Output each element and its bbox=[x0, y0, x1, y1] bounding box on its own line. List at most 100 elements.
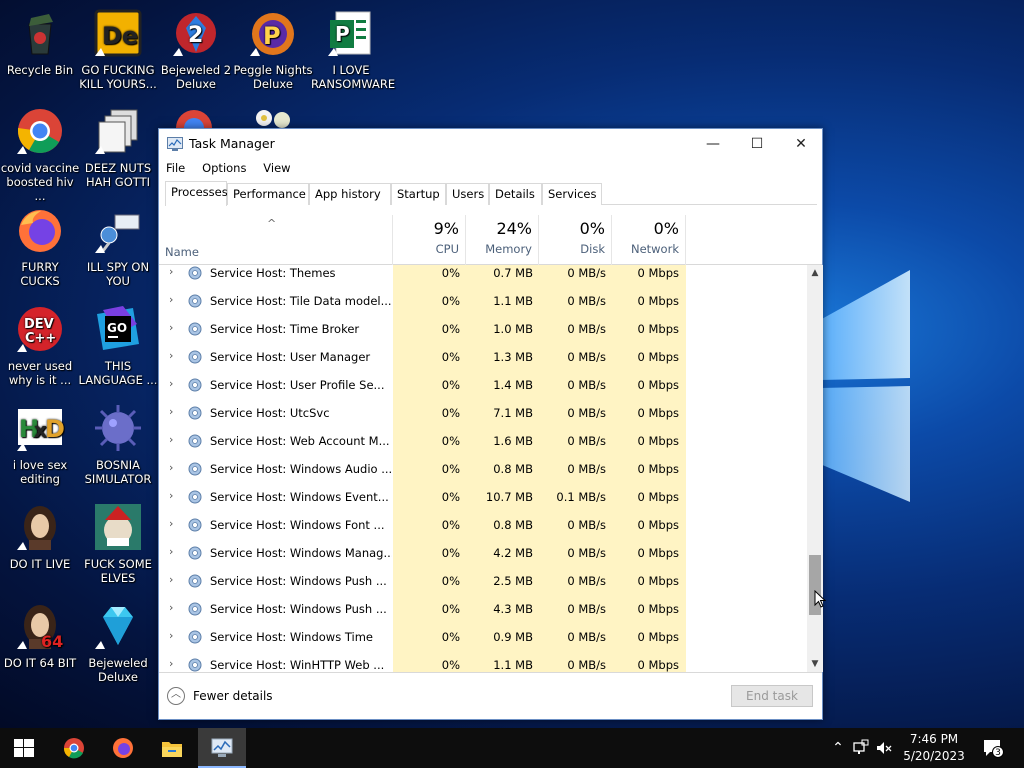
expand-chevron-icon[interactable]: › bbox=[169, 573, 173, 586]
column-memory[interactable]: 24% Memory bbox=[466, 215, 539, 265]
desktop-icon-hxd[interactable]: H x D i love sex editing bbox=[0, 403, 80, 486]
expand-chevron-icon[interactable]: › bbox=[169, 489, 173, 502]
service-gear-icon bbox=[187, 461, 203, 477]
menu-view[interactable]: View bbox=[256, 159, 290, 177]
column-network[interactable]: 0% Network bbox=[612, 215, 686, 265]
partial-flower-icon bbox=[256, 110, 290, 128]
table-row[interactable]: › Service Host: Time Broker 0% 1.0 MB 0 MB/s… bbox=[159, 315, 807, 343]
tab-processes[interactable]: Processes bbox=[165, 181, 228, 206]
menu-file[interactable]: File bbox=[159, 159, 185, 177]
tab-startup[interactable]: Startup bbox=[391, 183, 446, 205]
desktop-icon-virus-ball[interactable]: BOSNIA SIMULATOR bbox=[78, 403, 158, 486]
table-row[interactable]: › Service Host: Windows Push ... 0% 2.5 MB 0… bbox=[159, 567, 807, 595]
taskbar-file-explorer[interactable] bbox=[148, 728, 196, 768]
desktop-icon-chrome[interactable]: covid vaccine boosted hiv ... bbox=[0, 106, 80, 203]
desktop-icon-diamond[interactable]: Bejeweled Deluxe bbox=[78, 601, 158, 684]
expand-chevron-icon[interactable]: › bbox=[169, 657, 173, 670]
desktop-icon-peggle[interactable]: P Peggle Nights Deluxe bbox=[233, 8, 313, 91]
desktop-icon-recycle-bin[interactable]: Recycle Bin bbox=[0, 8, 80, 77]
taskbar-task-manager[interactable] bbox=[198, 728, 246, 768]
action-center-button[interactable]: 3 bbox=[982, 738, 1004, 758]
taskbar-chrome[interactable] bbox=[50, 728, 98, 768]
process-list: › Service Host: Themes 0% 0.7 MB 0 MB/s 0 Mbp… bbox=[159, 265, 807, 672]
table-row[interactable]: › Service Host: Web Account M... 0% 1.6 MB 0… bbox=[159, 427, 807, 455]
end-task-button[interactable]: End task bbox=[731, 685, 813, 707]
table-row[interactable]: › Service Host: Themes 0% 0.7 MB 0 MB/s 0 Mbp… bbox=[159, 265, 807, 287]
desktop-icon-devcpp[interactable]: DEV C++ never used why is it ... bbox=[0, 304, 80, 387]
desktop-icon-de-app[interactable]: De GO FUCKING KILL YOURS... bbox=[78, 8, 158, 91]
title-bar[interactable]: Task Manager — ☐ ✕ bbox=[159, 129, 822, 159]
tab-services[interactable]: Services bbox=[542, 183, 602, 205]
table-row[interactable]: › Service Host: User Manager 0% 1.3 MB 0 MB/… bbox=[159, 343, 807, 371]
expand-chevron-icon[interactable]: › bbox=[169, 321, 173, 334]
scroll-up-icon[interactable]: ▲ bbox=[807, 265, 823, 281]
table-row[interactable]: › Service Host: UtcSvc 0% 7.1 MB 0 MB/s 0 Mbp… bbox=[159, 399, 807, 427]
network-spy-icon bbox=[95, 214, 140, 253]
network-icon[interactable] bbox=[852, 738, 870, 758]
column-disk[interactable]: 0% Disk bbox=[539, 215, 612, 265]
desktop-icon-portrait-64[interactable]: 64 DO IT 64 BIT bbox=[0, 601, 80, 670]
tab-app-history[interactable]: App history bbox=[309, 183, 391, 205]
expand-chevron-icon[interactable]: › bbox=[169, 349, 173, 362]
process-name: Service Host: Tile Data model... bbox=[210, 294, 392, 308]
volume-muted-icon[interactable] bbox=[875, 738, 893, 758]
desktop-icon-elf-game[interactable]: FUCK SOME ELVES bbox=[78, 502, 158, 585]
desktop-icon-network-spy[interactable]: ILL SPY ON YOU bbox=[78, 205, 158, 288]
show-hidden-icons-chevron-up-icon[interactable]: ⌃ bbox=[829, 738, 847, 758]
table-row[interactable]: › Service Host: Windows Time 0% 0.9 MB 0 MB/… bbox=[159, 623, 807, 651]
minimize-button[interactable]: — bbox=[691, 129, 735, 159]
table-row[interactable]: › Service Host: Windows Manag... 0% 4.2 MB 0… bbox=[159, 539, 807, 567]
clock-time: 7:46 PM bbox=[909, 732, 959, 746]
scroll-down-icon[interactable]: ▼ bbox=[807, 656, 823, 672]
tab-users[interactable]: Users bbox=[446, 183, 489, 205]
table-row[interactable]: › Service Host: User Profile Se... 0% 1.4 M… bbox=[159, 371, 807, 399]
desktop-icon-copy-files[interactable]: DEEZ NUTS HAH GOTTI bbox=[78, 106, 158, 189]
process-disk: 0 MB/s bbox=[567, 322, 606, 336]
tab-details[interactable]: Details bbox=[489, 183, 542, 205]
expand-chevron-icon[interactable]: › bbox=[169, 265, 173, 278]
service-gear-icon bbox=[187, 377, 203, 393]
chevron-up-icon[interactable]: ︿ bbox=[167, 687, 185, 705]
vertical-scrollbar[interactable]: ▲ ▼ bbox=[807, 265, 823, 672]
process-memory: 2.5 MB bbox=[493, 574, 533, 588]
expand-chevron-icon[interactable]: › bbox=[169, 629, 173, 642]
expand-chevron-icon[interactable]: › bbox=[169, 405, 173, 418]
copy-files-icon bbox=[95, 109, 138, 154]
table-row[interactable]: › Service Host: Windows Font ... 0% 0.8 MB 0… bbox=[159, 511, 807, 539]
expand-chevron-icon[interactable]: › bbox=[169, 433, 173, 446]
process-name: Service Host: User Manager bbox=[210, 350, 371, 364]
expand-chevron-icon[interactable]: › bbox=[169, 377, 173, 390]
desktop-icon-label: FUCK SOME ELVES bbox=[84, 557, 152, 585]
desktop-icon-firefox[interactable]: FURRY CUCKS bbox=[0, 205, 80, 288]
menu-bar: File Options View bbox=[159, 159, 297, 179]
expand-chevron-icon[interactable]: › bbox=[169, 517, 173, 530]
tab-performance[interactable]: Performance bbox=[227, 183, 309, 205]
desktop-icon-go-ide[interactable]: GO THIS LANGUAGE ... bbox=[78, 304, 158, 387]
desktop-icon-portrait[interactable]: DO IT LIVE bbox=[0, 502, 80, 571]
table-row[interactable]: › Service Host: WinHTTP Web ... 0% 1.1 MB 0 … bbox=[159, 651, 807, 672]
svg-text:2: 2 bbox=[188, 23, 203, 48]
windows-start-icon bbox=[14, 739, 34, 757]
taskbar-firefox[interactable] bbox=[99, 728, 147, 768]
maximize-button[interactable]: ☐ bbox=[735, 129, 779, 159]
service-gear-icon bbox=[187, 657, 203, 672]
expand-chevron-icon[interactable]: › bbox=[169, 601, 173, 614]
clock[interactable]: 7:46 PM 5/20/2023 bbox=[895, 731, 973, 765]
menu-options[interactable]: Options bbox=[195, 159, 246, 177]
column-cpu[interactable]: 9% CPU bbox=[393, 215, 466, 265]
table-row[interactable]: › Service Host: Tile Data model... 0% 1.1 M… bbox=[159, 287, 807, 315]
table-row[interactable]: › Service Host: Windows Event... 0% 10.7 MB… bbox=[159, 483, 807, 511]
column-name[interactable]: ^ Name bbox=[159, 215, 393, 265]
close-button[interactable]: ✕ bbox=[779, 129, 823, 159]
desktop-icon-label: I LOVE RANSOMWARE bbox=[311, 63, 396, 91]
expand-chevron-icon[interactable]: › bbox=[169, 545, 173, 558]
table-row[interactable]: › Service Host: Windows Audio ... 0% 0.8 MB… bbox=[159, 455, 807, 483]
process-network: 0 Mbps bbox=[637, 266, 680, 280]
fewer-details-link[interactable]: Fewer details bbox=[193, 689, 273, 703]
table-row[interactable]: › Service Host: Windows Push ... 0% 4.3 MB 0… bbox=[159, 595, 807, 623]
start-button[interactable] bbox=[0, 728, 48, 768]
expand-chevron-icon[interactable]: › bbox=[169, 293, 173, 306]
desktop-icon-bejeweled2[interactable]: 2 Bejeweled 2 Deluxe bbox=[156, 8, 236, 91]
desktop-icon-publisher[interactable]: P I LOVE RANSOMWARE bbox=[311, 8, 396, 91]
expand-chevron-icon[interactable]: › bbox=[169, 461, 173, 474]
